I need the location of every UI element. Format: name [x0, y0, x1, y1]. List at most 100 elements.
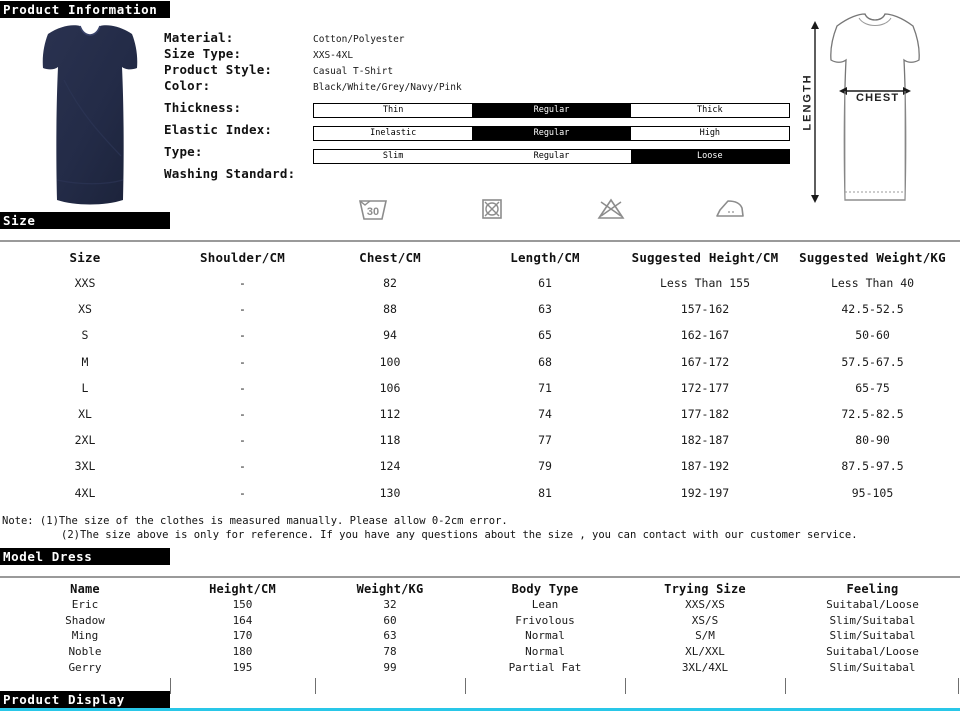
cell-weight: 60 — [383, 613, 397, 627]
type-option-regular[interactable]: Regular — [472, 150, 631, 163]
cell-weight: 65-75 — [855, 380, 890, 395]
section-header-product-information: Product Information — [0, 1, 170, 18]
model-dress-table: Name Height/CM Weight/KG Body Type Tryin… — [0, 580, 960, 675]
washing-standard-icons: 30 — [313, 192, 790, 226]
type-option-slim[interactable]: Slim — [314, 150, 473, 163]
cell-size: XXS — [74, 276, 96, 291]
cell-shoulder: - — [239, 459, 246, 474]
elastic-option-regular[interactable]: Regular — [472, 127, 631, 140]
cell-name: Eric — [71, 598, 99, 612]
cell-length: 77 — [538, 433, 552, 448]
cell-shoulder: - — [239, 433, 246, 448]
spec-value-material: Cotton/Polyester — [313, 34, 405, 45]
cell-height: 167-172 — [680, 354, 730, 369]
cell-height: 162-167 — [680, 328, 730, 343]
cell-body-type: Normal — [525, 645, 565, 659]
spec-value-size-type: XXS-4XL — [313, 50, 354, 61]
do-not-bleach-icon — [552, 192, 671, 226]
size-header-length: Length/CM — [510, 249, 580, 265]
thickness-option-bar[interactable]: Thin Regular Thick — [313, 103, 790, 118]
cell-weight: 87.5-97.5 — [841, 459, 904, 474]
cell-height: 192-197 — [680, 485, 730, 500]
size-header-suggested-weight: Suggested Weight/KG — [799, 249, 946, 265]
spec-label-material: Material: — [164, 30, 234, 45]
spec-label-elastic-index: Elastic Index: — [164, 122, 273, 137]
table-row: M - 100 68 167-172 57.5-67.5 — [0, 349, 960, 375]
cell-height: 182-187 — [680, 433, 730, 448]
length-dimension-label: LENGTH — [801, 73, 814, 131]
table-row: Gerry 195 99 Partial Fat 3XL/4XL Slim/Su… — [0, 659, 960, 675]
model-table-top-rule — [0, 576, 960, 578]
type-option-bar[interactable]: Slim Regular Loose — [313, 149, 790, 164]
column-separator — [785, 678, 786, 694]
table-row: S - 94 65 162-167 50-60 — [0, 322, 960, 348]
elastic-option-bar[interactable]: Inelastic Regular High — [313, 126, 790, 141]
cell-trying-size: XS/S — [691, 613, 719, 627]
cell-length: 65 — [538, 328, 552, 343]
size-chart-table: Size Shoulder/CM Chest/CM Length/CM Sugg… — [0, 244, 960, 506]
cell-height: 187-192 — [680, 459, 730, 474]
section-header-model-dress: Model Dress — [0, 548, 170, 565]
elastic-option-inelastic[interactable]: Inelastic — [314, 127, 473, 140]
spec-label-washing-standard: Washing Standard: — [164, 166, 296, 181]
cell-weight: Less Than 40 — [830, 276, 915, 291]
cell-height: 170 — [232, 629, 253, 643]
table-row: 2XL - 118 77 182-187 80-90 — [0, 427, 960, 453]
cell-size: M — [81, 354, 89, 369]
section-header-product-display: Product Display — [0, 691, 170, 708]
cell-size: 2XL — [74, 433, 96, 448]
cell-body-type: Lean — [531, 598, 559, 612]
cell-name: Shadow — [65, 613, 105, 627]
product-photo — [20, 20, 160, 212]
cell-shoulder: - — [239, 380, 246, 395]
cell-name: Ming — [71, 629, 99, 643]
cell-size: S — [81, 328, 89, 343]
cell-trying-size: 3XL/4XL — [681, 660, 729, 674]
cell-shoulder: - — [239, 302, 246, 317]
spec-label-size-type: Size Type: — [164, 46, 242, 61]
cell-weight: 72.5-82.5 — [841, 407, 904, 422]
wash-30-degrees-icon: 30 — [313, 192, 432, 226]
cell-size: XL — [78, 407, 92, 422]
wash-temperature-text: 30 — [367, 206, 379, 218]
cell-trying-size: XXS/XS — [685, 598, 725, 612]
column-separator — [465, 678, 466, 694]
cell-height: 172-177 — [680, 380, 730, 395]
cell-shoulder: - — [239, 485, 246, 500]
thickness-option-thick[interactable]: Thick — [630, 104, 789, 117]
cell-size: 4XL — [74, 485, 96, 500]
thickness-option-regular[interactable]: Regular — [472, 104, 631, 117]
table-row: XL - 112 74 177-182 72.5-82.5 — [0, 401, 960, 427]
table-row: 3XL - 124 79 187-192 87.5-97.5 — [0, 453, 960, 479]
cell-weight: 42.5-52.5 — [841, 302, 904, 317]
cell-chest: 118 — [379, 433, 401, 448]
thickness-option-thin[interactable]: Thin — [314, 104, 473, 117]
cell-feeling: Slim/Suitabal — [829, 629, 916, 643]
cell-weight: 95-105 — [851, 485, 894, 500]
table-row: Noble 180 78 Normal XL/XXL Suitabal/Loos… — [0, 644, 960, 660]
cell-height: 177-182 — [680, 407, 730, 422]
size-note-line-1: Note: (1)The size of the clothes is meas… — [2, 515, 508, 527]
table-row: 4XL - 130 81 192-197 95-105 — [0, 480, 960, 506]
cell-height: 164 — [232, 613, 253, 627]
cell-weight: 32 — [383, 598, 397, 612]
spec-label-type: Type: — [164, 144, 203, 159]
cell-length: 81 — [538, 485, 552, 500]
type-option-loose[interactable]: Loose — [630, 150, 789, 163]
section-header-size: Size — [0, 212, 170, 229]
cell-length: 71 — [538, 380, 552, 395]
cell-length: 68 — [538, 354, 552, 369]
column-separator — [315, 678, 316, 694]
size-header-chest: Chest/CM — [359, 249, 421, 265]
cell-name: Gerry — [68, 660, 102, 674]
model-header-height: Height/CM — [209, 581, 276, 596]
elastic-option-high[interactable]: High — [630, 127, 789, 140]
spec-label-color: Color: — [164, 78, 211, 93]
do-not-tumble-dry-icon — [432, 192, 551, 226]
cell-height: 157-162 — [680, 302, 730, 317]
cell-weight: 63 — [383, 629, 397, 643]
measurement-diagram: LENGTH CHEST — [795, 8, 955, 213]
iron-icon — [671, 192, 790, 226]
cell-feeling: Slim/Suitabal — [829, 613, 916, 627]
size-table-top-rule — [0, 240, 960, 242]
